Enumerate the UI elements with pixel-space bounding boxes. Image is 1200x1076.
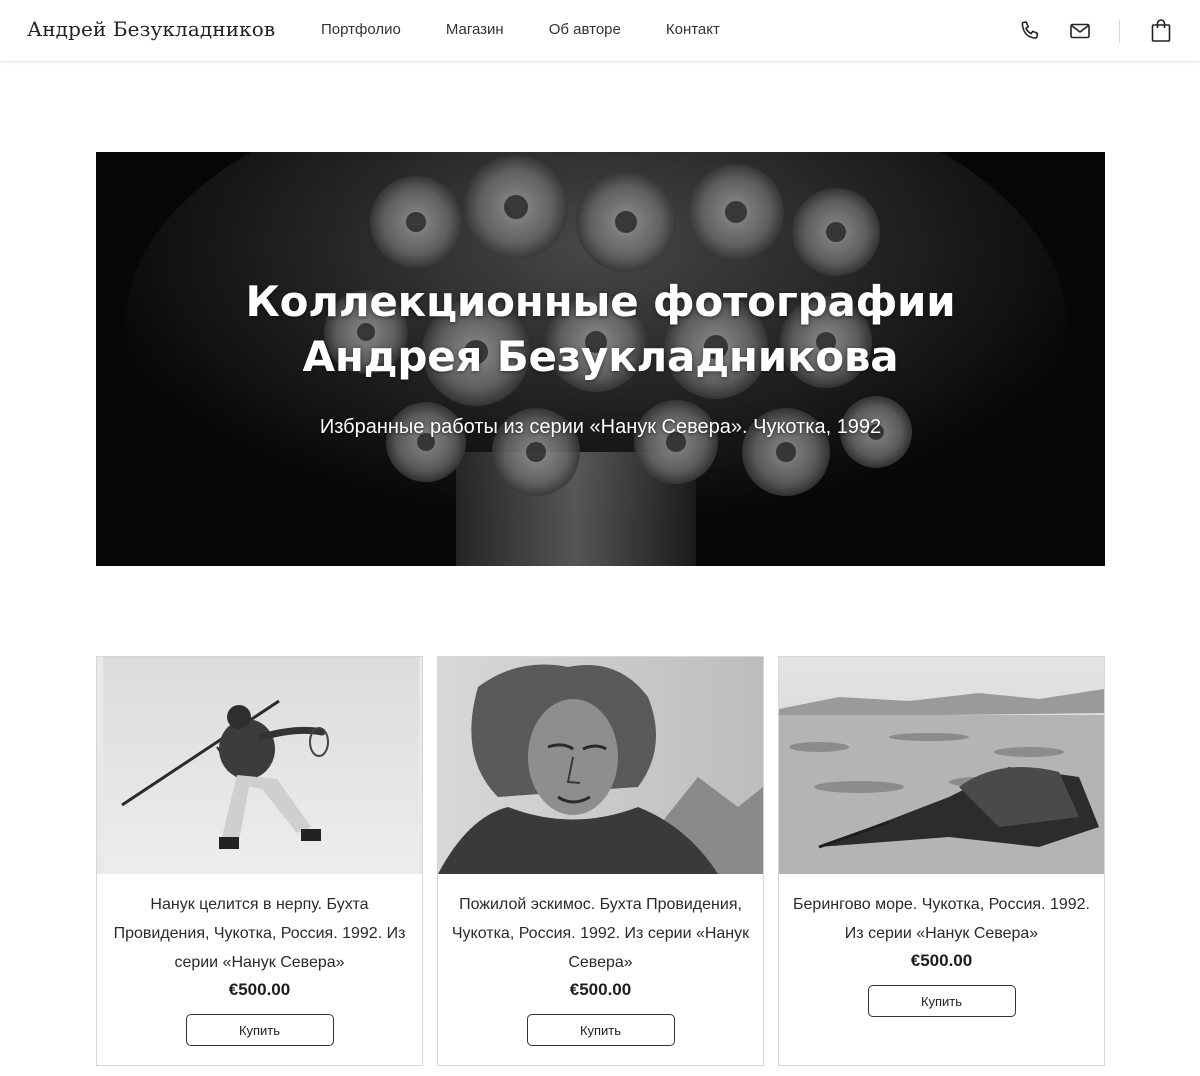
product-card-body: Берингово море. Чукотка, Россия. 1992. И… <box>779 890 1104 1017</box>
hero-title-line-1: Коллекционные фотографии <box>245 277 956 326</box>
header-divider <box>1119 19 1120 43</box>
product-card: Берингово море. Чукотка, Россия. 1992. И… <box>778 656 1105 1066</box>
buy-button[interactable]: Купить <box>526 1014 675 1046</box>
hero-banner: Коллекционные фотографии Андрея Безуклад… <box>96 152 1105 566</box>
shopping-bag-icon[interactable] <box>1148 18 1174 44</box>
phone-icon[interactable] <box>1017 18 1043 44</box>
product-image-elder[interactable] <box>438 657 763 874</box>
nav-item-contact[interactable]: Контакт <box>666 21 720 38</box>
buy-button[interactable]: Купить <box>867 985 1016 1017</box>
main-nav: Портфолио Магазин Об авторе Контакт <box>321 21 765 38</box>
hero-title: Коллекционные фотографии Андрея Безуклад… <box>96 274 1105 384</box>
nav-item-about[interactable]: Об авторе <box>549 21 621 38</box>
product-title[interactable]: Нанук целится в нерпу. Бухта Провидения,… <box>97 890 422 977</box>
product-price: €500.00 <box>228 980 291 999</box>
site-logo[interactable]: Андрей Безукладников <box>27 17 275 41</box>
product-price: €500.00 <box>910 951 973 970</box>
nav-item-portfolio[interactable]: Портфолио <box>321 21 401 38</box>
hero-subtitle: Избранные работы из серии «Нанук Севера»… <box>319 416 882 438</box>
product-price: €500.00 <box>569 980 632 999</box>
mail-icon[interactable] <box>1067 18 1093 44</box>
buy-button[interactable]: Купить <box>185 1014 334 1046</box>
product-card: Нанук целится в нерпу. Бухта Провидения,… <box>96 656 423 1066</box>
product-card-body: Нанук целится в нерпу. Бухта Провидения,… <box>97 890 422 1046</box>
site-header: Андрей Безукладников Портфолио Магазин О… <box>0 0 1200 62</box>
nav-item-shop[interactable]: Магазин <box>446 21 504 38</box>
product-image-hunter[interactable] <box>97 657 422 874</box>
product-card: Пожилой эскимос. Бухта Провидения, Чукот… <box>437 656 764 1066</box>
product-image-bering-sea[interactable] <box>779 657 1104 874</box>
hero-title-line-2: Андрея Безукладникова <box>302 332 899 381</box>
product-title[interactable]: Берингово море. Чукотка, Россия. 1992. И… <box>779 890 1104 948</box>
product-title[interactable]: Пожилой эскимос. Бухта Провидения, Чукот… <box>438 890 763 977</box>
header-actions <box>1017 16 1174 46</box>
product-card-body: Пожилой эскимос. Бухта Провидения, Чукот… <box>438 890 763 1046</box>
